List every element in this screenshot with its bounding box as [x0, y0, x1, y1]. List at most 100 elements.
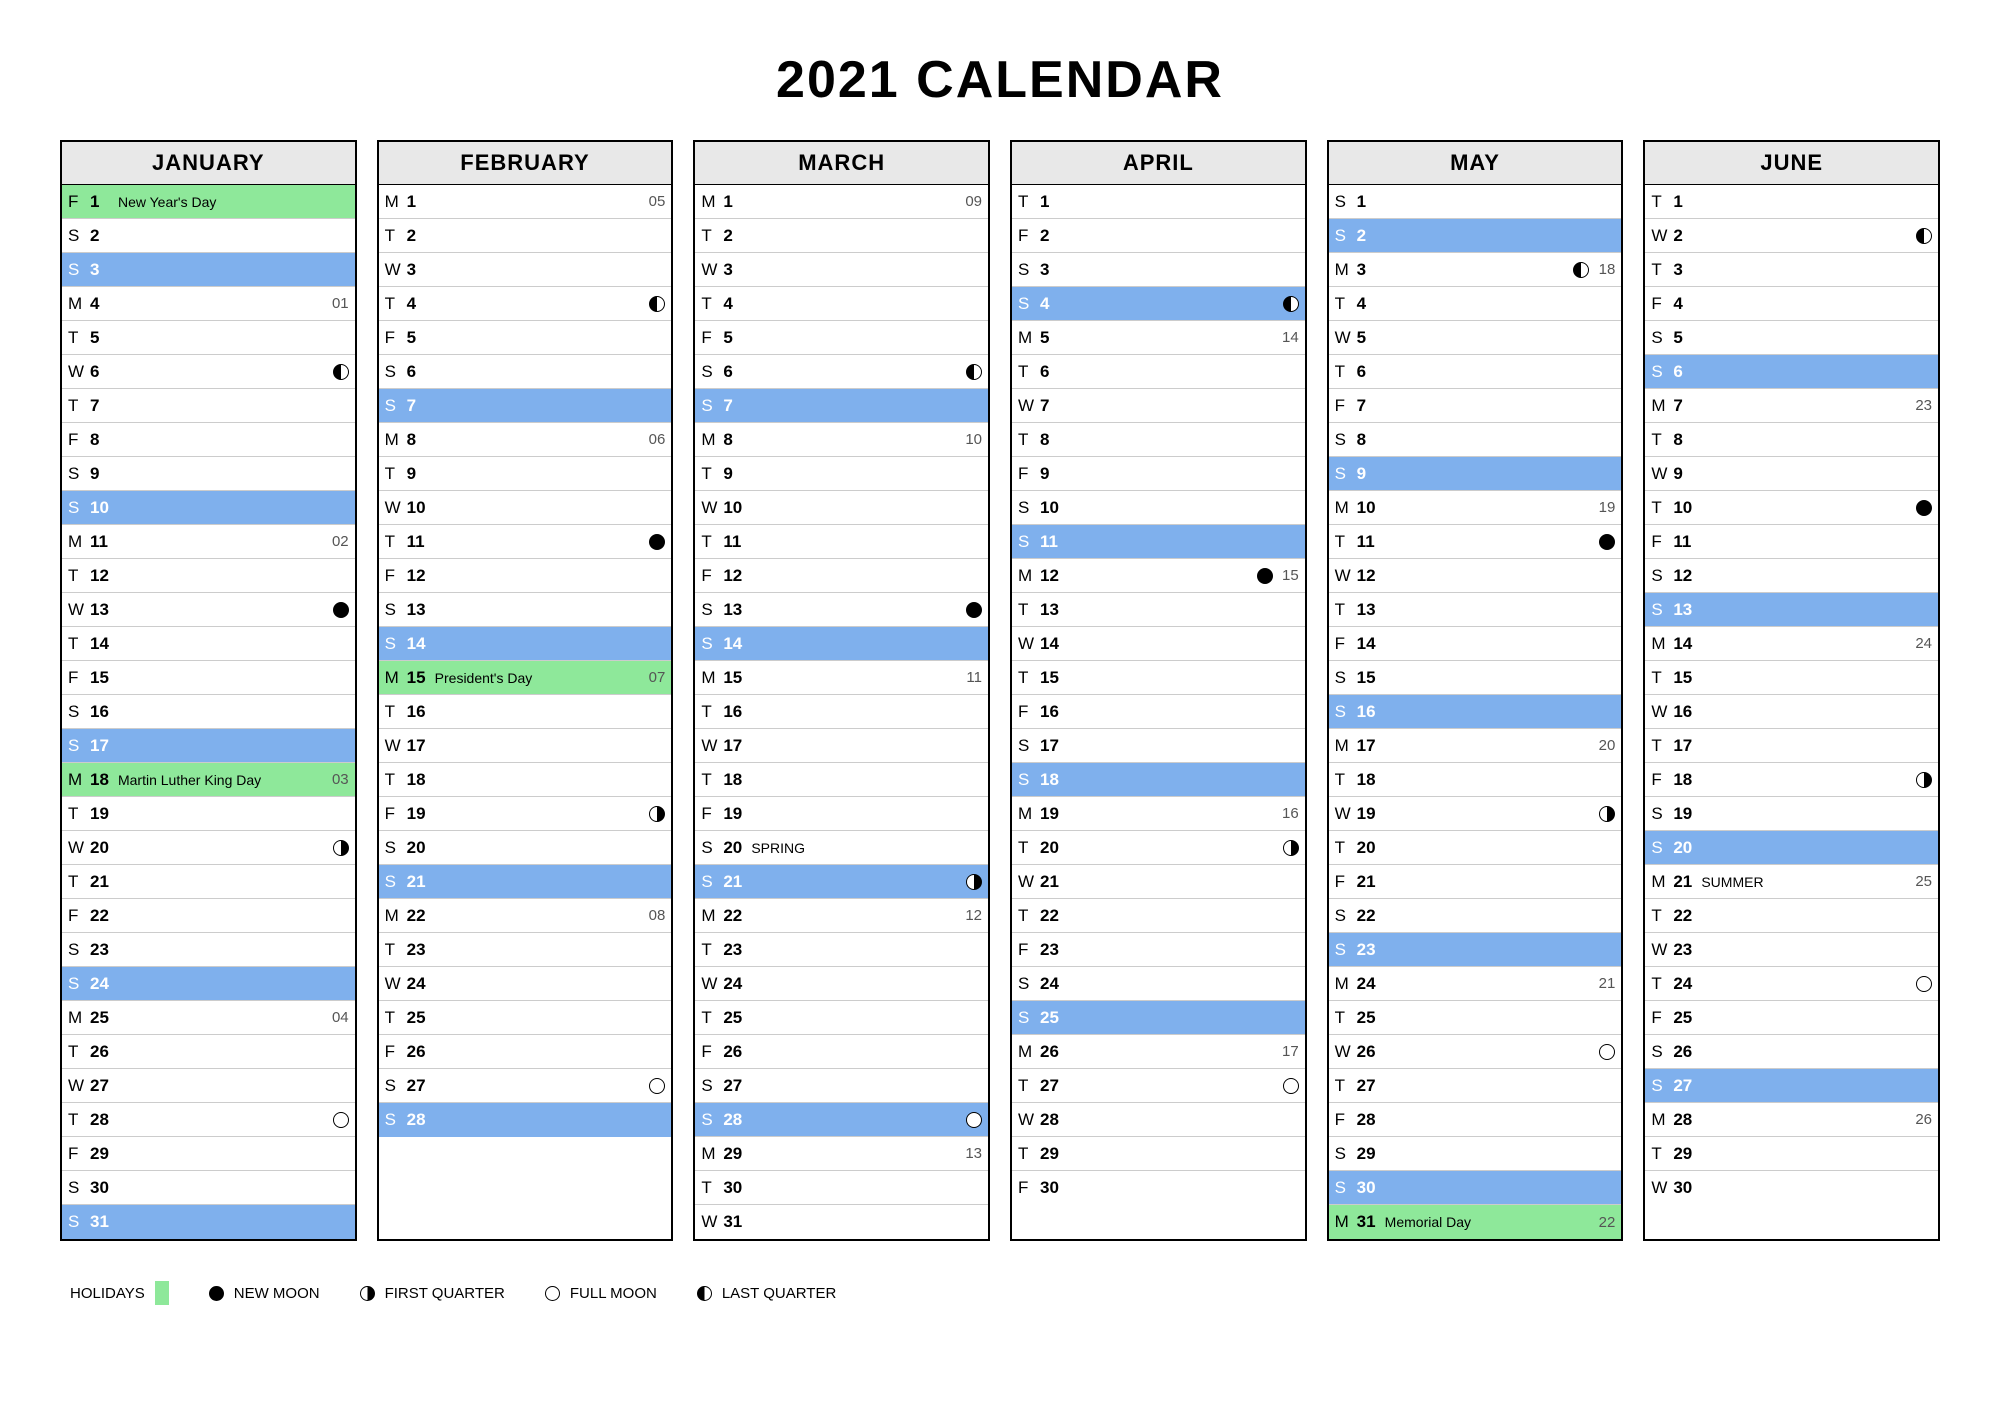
day-row: W3: [379, 253, 672, 287]
day-number: 6: [723, 362, 751, 382]
day-number: 10: [1040, 498, 1068, 518]
day-row: F16: [1012, 695, 1305, 729]
day-number: 22: [407, 906, 435, 926]
day-of-week: S: [701, 872, 723, 892]
day-of-week: T: [1651, 430, 1673, 450]
day-row: F19: [695, 797, 988, 831]
day-number: 28: [723, 1110, 751, 1130]
day-row: W24: [379, 967, 672, 1001]
week-number: 15: [1279, 567, 1299, 584]
day-row: F23: [1012, 933, 1305, 967]
day-row: M514: [1012, 321, 1305, 355]
day-row: F25: [1645, 1001, 1938, 1035]
day-number: 23: [1673, 940, 1701, 960]
day-row: T8: [1012, 423, 1305, 457]
day-of-week: F: [385, 328, 407, 348]
day-row: F14: [1329, 627, 1622, 661]
day-row: S6: [1645, 355, 1938, 389]
day-of-week: S: [385, 872, 407, 892]
day-row: S27: [695, 1069, 988, 1103]
day-number: 15: [1673, 668, 1701, 688]
day-row: T24: [1645, 967, 1938, 1001]
day-of-week: T: [1018, 192, 1040, 212]
day-row: S2: [1329, 219, 1622, 253]
day-label: President's Day: [435, 670, 646, 686]
day-right: 08: [645, 907, 665, 924]
day-number: 28: [1673, 1110, 1701, 1130]
day-number: 25: [1673, 1008, 1701, 1028]
day-of-week: T: [1335, 1008, 1357, 1028]
day-number: 14: [90, 634, 118, 654]
day-number: 5: [1673, 328, 1701, 348]
day-right: [1599, 1044, 1615, 1060]
day-number: 6: [1040, 362, 1068, 382]
day-number: 25: [407, 1008, 435, 1028]
day-right: [1916, 772, 1932, 788]
day-row: F28: [1329, 1103, 1622, 1137]
day-right: 12: [962, 907, 982, 924]
day-number: 10: [407, 498, 435, 518]
day-number: 8: [407, 430, 435, 450]
day-of-week: T: [1651, 736, 1673, 756]
day-of-week: F: [701, 566, 723, 586]
last-moon-icon: [966, 364, 982, 380]
day-row: T3: [1645, 253, 1938, 287]
day-of-week: S: [1651, 1042, 1673, 1062]
day-number: 2: [723, 226, 751, 246]
day-number: 30: [1673, 1178, 1701, 1198]
day-of-week: T: [385, 532, 407, 552]
day-number: 26: [1357, 1042, 1385, 1062]
day-number: 31: [723, 1212, 751, 1232]
day-row: S30: [1329, 1171, 1622, 1205]
day-row: T15: [1012, 661, 1305, 695]
day-row: T18: [695, 763, 988, 797]
day-right: 21: [1595, 975, 1615, 992]
day-of-week: F: [701, 804, 723, 824]
day-of-week: S: [68, 736, 90, 756]
day-right: [966, 874, 982, 890]
day-number: 18: [90, 770, 118, 790]
day-row: T18: [1329, 763, 1622, 797]
month-header: MAY: [1329, 142, 1622, 185]
day-row: M31Memorial Day22: [1329, 1205, 1622, 1239]
day-row: T12: [62, 559, 355, 593]
day-of-week: M: [1335, 1212, 1357, 1232]
day-row: S23: [62, 933, 355, 967]
day-row: M18Martin Luther King Day03: [62, 763, 355, 797]
day-of-week: S: [68, 498, 90, 518]
day-number: 16: [1040, 702, 1068, 722]
legend-full-moon: FULL MOON: [545, 1285, 657, 1302]
month-column: JUNET1W2T3F4S5S6M723T8W9T10F11S12S13M142…: [1643, 140, 1940, 1241]
day-row: T9: [379, 457, 672, 491]
day-number: 2: [90, 226, 118, 246]
day-number: 24: [90, 974, 118, 994]
day-row: S7: [695, 389, 988, 423]
day-number: 11: [1040, 532, 1068, 552]
day-of-week: M: [1651, 634, 1673, 654]
day-row: S20SPRING: [695, 831, 988, 865]
day-number: 24: [1357, 974, 1385, 994]
day-of-week: W: [1335, 566, 1357, 586]
day-of-week: T: [701, 770, 723, 790]
full-moon-icon: [966, 1112, 982, 1128]
day-of-week: W: [1018, 634, 1040, 654]
day-number: 28: [90, 1110, 118, 1130]
legend-new-moon: NEW MOON: [209, 1285, 320, 1302]
day-number: 12: [1357, 566, 1385, 586]
day-row: S27: [1645, 1069, 1938, 1103]
day-number: 3: [1357, 260, 1385, 280]
first-moon-icon: [1916, 772, 1932, 788]
day-number: 27: [1357, 1076, 1385, 1096]
day-number: 11: [723, 532, 751, 552]
day-row: S7: [379, 389, 672, 423]
day-row: S13: [1645, 593, 1938, 627]
day-of-week: F: [1651, 294, 1673, 314]
day-row: S26: [1645, 1035, 1938, 1069]
day-of-week: T: [701, 532, 723, 552]
day-row: F15: [62, 661, 355, 695]
day-row: T5: [62, 321, 355, 355]
day-of-week: F: [1335, 396, 1357, 416]
day-right: 17: [1279, 1043, 1299, 1060]
day-right: [649, 534, 665, 550]
day-row: W16: [1645, 695, 1938, 729]
